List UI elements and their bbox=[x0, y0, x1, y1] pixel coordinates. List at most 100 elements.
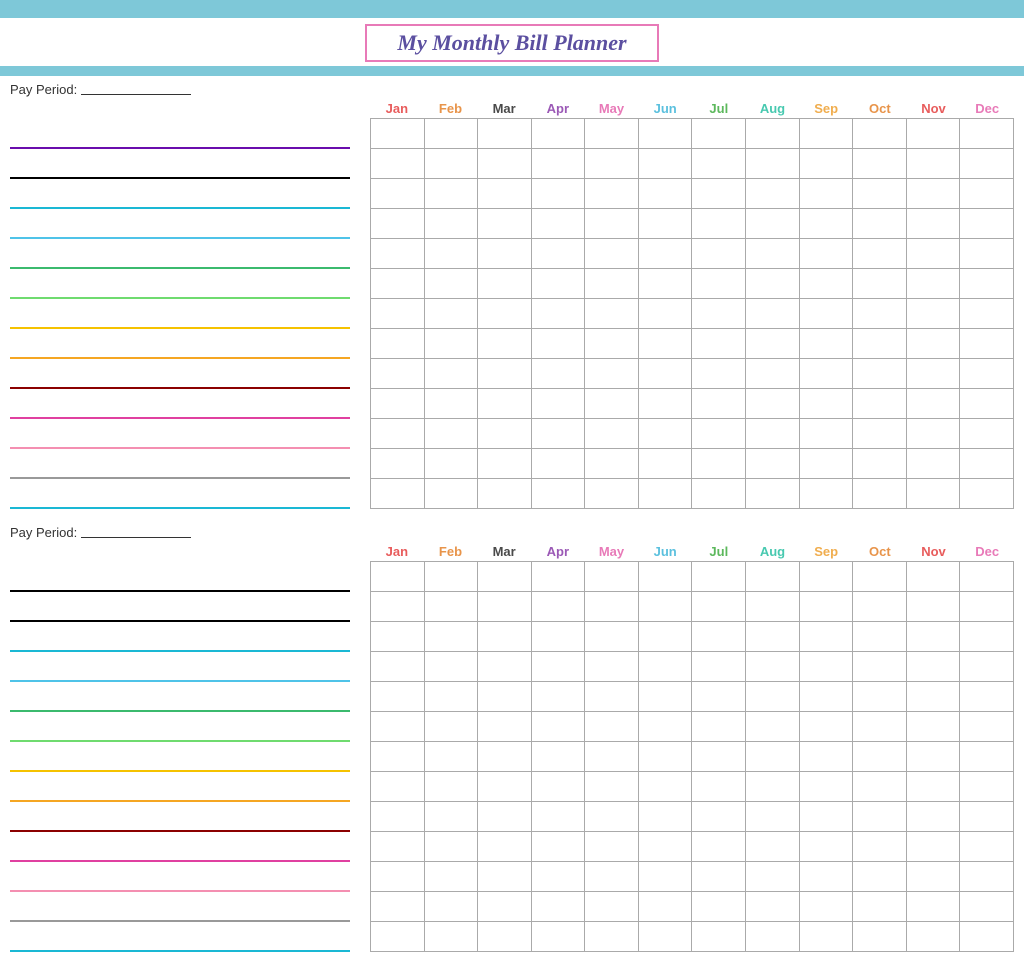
grid-cell[interactable] bbox=[853, 652, 907, 682]
grid-cell[interactable] bbox=[746, 802, 800, 832]
grid-cell[interactable] bbox=[853, 299, 907, 329]
grid-cell[interactable] bbox=[960, 862, 1014, 892]
grid-cell[interactable] bbox=[799, 892, 853, 922]
grid-cell[interactable] bbox=[799, 179, 853, 209]
grid-cell[interactable] bbox=[424, 239, 478, 269]
grid-cell[interactable] bbox=[638, 652, 692, 682]
grid-cell[interactable] bbox=[960, 359, 1014, 389]
grid-cell[interactable] bbox=[906, 862, 960, 892]
grid-cell[interactable] bbox=[960, 149, 1014, 179]
grid-cell[interactable] bbox=[692, 179, 746, 209]
grid-cell[interactable] bbox=[638, 622, 692, 652]
grid-cell[interactable] bbox=[424, 592, 478, 622]
grid-cell[interactable] bbox=[853, 179, 907, 209]
grid-cell[interactable] bbox=[371, 682, 425, 712]
grid-cell[interactable] bbox=[746, 119, 800, 149]
grid-cell[interactable] bbox=[371, 562, 425, 592]
grid-cell[interactable] bbox=[960, 119, 1014, 149]
grid-cell[interactable] bbox=[692, 622, 746, 652]
grid-cell[interactable] bbox=[371, 449, 425, 479]
grid-cell[interactable] bbox=[853, 389, 907, 419]
grid-cell[interactable] bbox=[906, 922, 960, 952]
grid-cell[interactable] bbox=[746, 359, 800, 389]
grid-cell[interactable] bbox=[906, 389, 960, 419]
grid-cell[interactable] bbox=[906, 652, 960, 682]
grid-cell[interactable] bbox=[692, 832, 746, 862]
grid-cell[interactable] bbox=[371, 269, 425, 299]
grid-cell[interactable] bbox=[906, 802, 960, 832]
grid-cell[interactable] bbox=[906, 622, 960, 652]
grid-cell[interactable] bbox=[799, 592, 853, 622]
grid-cell[interactable] bbox=[853, 772, 907, 802]
grid-cell[interactable] bbox=[478, 359, 532, 389]
grid-cell[interactable] bbox=[424, 742, 478, 772]
grid-cell[interactable] bbox=[478, 119, 532, 149]
grid-cell[interactable] bbox=[799, 449, 853, 479]
grid-cell[interactable] bbox=[906, 562, 960, 592]
grid-cell[interactable] bbox=[960, 479, 1014, 509]
grid-cell[interactable] bbox=[799, 149, 853, 179]
grid-cell[interactable] bbox=[692, 119, 746, 149]
grid-cell[interactable] bbox=[478, 179, 532, 209]
grid-cell[interactable] bbox=[424, 712, 478, 742]
grid-cell[interactable] bbox=[746, 772, 800, 802]
grid-cell[interactable] bbox=[531, 892, 585, 922]
grid-cell[interactable] bbox=[906, 832, 960, 862]
grid-cell[interactable] bbox=[371, 892, 425, 922]
grid-cell[interactable] bbox=[960, 209, 1014, 239]
grid-cell[interactable] bbox=[478, 449, 532, 479]
grid-cell[interactable] bbox=[746, 179, 800, 209]
grid-cell[interactable] bbox=[853, 892, 907, 922]
grid-cell[interactable] bbox=[799, 832, 853, 862]
grid-cell[interactable] bbox=[585, 802, 639, 832]
grid-cell[interactable] bbox=[531, 119, 585, 149]
grid-cell[interactable] bbox=[424, 419, 478, 449]
grid-cell[interactable] bbox=[424, 359, 478, 389]
grid-cell[interactable] bbox=[799, 299, 853, 329]
grid-cell[interactable] bbox=[585, 149, 639, 179]
grid-cell[interactable] bbox=[638, 179, 692, 209]
grid-cell[interactable] bbox=[799, 479, 853, 509]
grid-cell[interactable] bbox=[960, 562, 1014, 592]
grid-cell[interactable] bbox=[906, 592, 960, 622]
grid-cell[interactable] bbox=[746, 209, 800, 239]
grid-cell[interactable] bbox=[478, 149, 532, 179]
grid-cell[interactable] bbox=[531, 862, 585, 892]
grid-cell[interactable] bbox=[692, 329, 746, 359]
grid-cell[interactable] bbox=[853, 119, 907, 149]
grid-cell[interactable] bbox=[638, 892, 692, 922]
grid-cell[interactable] bbox=[531, 359, 585, 389]
grid-cell[interactable] bbox=[424, 562, 478, 592]
grid-cell[interactable] bbox=[906, 119, 960, 149]
grid-cell[interactable] bbox=[638, 712, 692, 742]
grid-cell[interactable] bbox=[424, 892, 478, 922]
grid-cell[interactable] bbox=[424, 862, 478, 892]
grid-cell[interactable] bbox=[638, 419, 692, 449]
grid-cell[interactable] bbox=[585, 922, 639, 952]
grid-cell[interactable] bbox=[853, 862, 907, 892]
grid-cell[interactable] bbox=[906, 682, 960, 712]
grid-cell[interactable] bbox=[799, 389, 853, 419]
grid-cell[interactable] bbox=[424, 389, 478, 419]
grid-cell[interactable] bbox=[478, 209, 532, 239]
grid-cell[interactable] bbox=[638, 562, 692, 592]
grid-cell[interactable] bbox=[960, 179, 1014, 209]
grid-cell[interactable] bbox=[692, 772, 746, 802]
grid-cell[interactable] bbox=[638, 832, 692, 862]
grid-cell[interactable] bbox=[853, 419, 907, 449]
grid-cell[interactable] bbox=[585, 389, 639, 419]
grid-cell[interactable] bbox=[371, 772, 425, 802]
grid-cell[interactable] bbox=[906, 209, 960, 239]
grid-cell[interactable] bbox=[478, 712, 532, 742]
grid-cell[interactable] bbox=[960, 329, 1014, 359]
grid-cell[interactable] bbox=[585, 239, 639, 269]
grid-cell[interactable] bbox=[371, 119, 425, 149]
grid-cell[interactable] bbox=[585, 622, 639, 652]
grid-cell[interactable] bbox=[531, 209, 585, 239]
grid-cell[interactable] bbox=[799, 562, 853, 592]
grid-cell[interactable] bbox=[906, 239, 960, 269]
grid-cell[interactable] bbox=[692, 682, 746, 712]
grid-cell[interactable] bbox=[585, 892, 639, 922]
grid-cell[interactable] bbox=[960, 389, 1014, 419]
grid-cell[interactable] bbox=[424, 329, 478, 359]
